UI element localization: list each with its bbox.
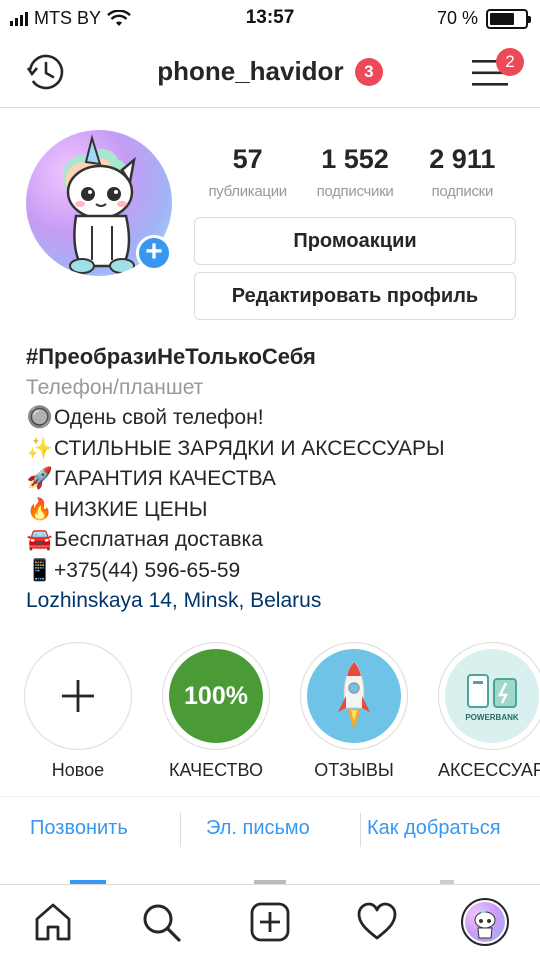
bottom-navigation — [0, 884, 540, 960]
profile-name: #ПреобразиНеТолькоСебя — [26, 344, 316, 369]
battery-icon — [486, 8, 531, 29]
contact-divider — [180, 813, 181, 847]
followers-stat[interactable]: 1 552 подписчики — [301, 144, 408, 200]
battery-percent: 70 % — [436, 8, 478, 28]
activity-heart-icon[interactable] — [356, 901, 398, 943]
contact-divider — [360, 813, 361, 847]
following-label: подписки — [431, 183, 494, 200]
home-icon[interactable] — [32, 901, 74, 943]
followers-count: 1 552 — [321, 144, 389, 174]
highlight-quality[interactable]: 100% КАЧЕСТВО — [162, 642, 270, 781]
status-right: 70 % — [436, 8, 531, 29]
bio-line-text: НИЗКИЕ ЦЕНЫ — [54, 497, 208, 521]
following-count: 2 911 — [429, 144, 496, 174]
bio-line: ✨СТИЛЬНЫЕ ЗАРЯДКИ И АКСЕССУАРЫ — [26, 434, 526, 465]
profile-top-bar: phone_havidor 3 2 — [0, 36, 540, 108]
hundred-percent-icon: 100% — [169, 649, 263, 743]
bio-line-text: СТИЛЬНЫЕ ЗАРЯДКИ И АКСЕССУАРЫ — [54, 436, 445, 460]
email-button[interactable]: Эл. письмо — [206, 817, 310, 840]
posts-stat[interactable]: 57 публикации — [194, 144, 301, 200]
bio-line: 🔥НИЗКИЕ ЦЕНЫ — [26, 495, 526, 526]
mobile-phone-icon: 📱 — [26, 558, 54, 582]
highlight-ring — [24, 642, 132, 750]
highlight-ring — [300, 642, 408, 750]
highlight-label: ОТЗЫВЫ — [314, 760, 394, 780]
bio-line-text: +375(44) 596-65-59 — [54, 558, 241, 582]
radio-button-icon: 🔘 — [26, 406, 54, 429]
status-bar: MTS BY 13:57 70 % — [0, 0, 540, 36]
new-post-icon[interactable] — [249, 901, 291, 943]
add-story-button[interactable]: + — [136, 235, 172, 271]
bio-line: 🚀ГАРАНТИЯ КАЧЕСТВА — [26, 464, 526, 495]
profile-bio: #ПреобразиНеТолькоСебя Телефон/планшет 🔘… — [26, 342, 526, 617]
fire-icon: 🔥 — [26, 497, 54, 521]
location-link[interactable]: Lozhinskaya 14, Minsk, Belarus — [26, 586, 526, 617]
following-stat[interactable]: 2 911 подписки — [409, 144, 516, 200]
directions-button[interactable]: Как добраться — [367, 817, 501, 840]
story-highlights: Новое 100% КАЧЕСТВО ОТЗЫВЫ POWERBANK АКС… — [24, 642, 540, 782]
bio-line-text: Бесплатная доставка — [54, 528, 263, 551]
bio-line: 🔘Одень свой телефон! — [26, 403, 526, 434]
call-button[interactable]: Позвонить — [30, 817, 128, 840]
car-icon: 🚘 — [26, 528, 54, 551]
bio-line: 📱+375(44) 596-65-59 — [26, 556, 526, 587]
highlight-cover-text: 100% — [184, 681, 248, 710]
accounts-badge: 3 — [354, 58, 383, 86]
highlight-label: КАЧЕСТВО — [169, 760, 263, 780]
profile-tab-avatar[interactable] — [461, 898, 509, 946]
contact-options: Позвонить Эл. письмо Как добраться — [0, 796, 540, 862]
new-highlight-plus-icon — [31, 649, 125, 743]
sparkles-icon: ✨ — [26, 436, 54, 460]
highlight-cover-text: POWERBANK — [465, 712, 519, 722]
edit-profile-button[interactable]: Редактировать профиль — [194, 272, 516, 320]
highlight-ring: POWERBANK — [438, 642, 540, 750]
search-icon[interactable] — [140, 901, 182, 943]
avatar — [465, 902, 505, 942]
bio-line-text: ГАРАНТИЯ КАЧЕСТВА — [54, 467, 276, 490]
menu-button[interactable]: 2 — [470, 48, 524, 90]
username-title: phone_havidor — [157, 56, 344, 86]
rocket-icon: 🚀 — [26, 467, 54, 490]
menu-badge: 2 — [496, 48, 524, 76]
rocket-icon — [307, 649, 401, 743]
plus-icon: + — [145, 235, 163, 268]
powerbank-icon: POWERBANK — [445, 649, 539, 743]
promotions-button[interactable]: Промоакции — [194, 217, 516, 265]
highlight-accessories[interactable]: POWERBANK АКСЕССУАРЫ — [438, 642, 540, 781]
highlight-reviews[interactable]: ОТЗЫВЫ — [300, 642, 408, 781]
bio-line: 🚘Бесплатная доставка — [26, 525, 526, 556]
highlight-ring: 100% — [162, 642, 270, 750]
followers-label: подписчики — [316, 183, 394, 200]
profile-category: Телефон/планшет — [26, 375, 204, 399]
account-switcher[interactable]: phone_havidor 3 — [0, 56, 540, 87]
bio-line-text: Одень свой телефон! — [54, 406, 264, 429]
profile-stats: 57 публикации 1 552 подписчики 2 911 под… — [194, 144, 516, 200]
posts-count: 57 — [232, 144, 263, 174]
unicorn-mini-icon — [474, 906, 496, 939]
posts-label: публикации — [208, 183, 287, 200]
highlight-label: АКСЕССУАРЫ — [438, 760, 540, 780]
battery-fill — [490, 12, 514, 25]
highlight-label: Новое — [51, 760, 105, 780]
highlight-new[interactable]: Новое — [24, 642, 132, 781]
